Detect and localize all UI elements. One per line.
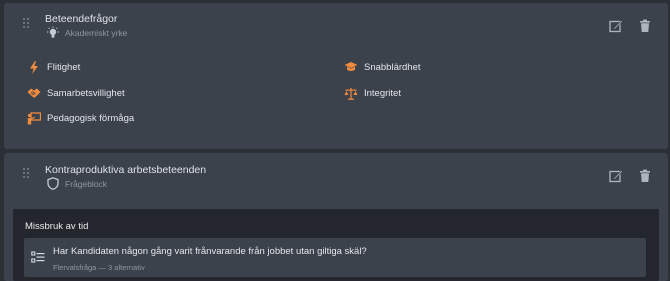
- question-section: Missbruk av tid Har Kandidaten någon gån…: [13, 209, 659, 281]
- trait-label: Samarbetsvillighet: [47, 87, 125, 99]
- drag-handle-icon[interactable]: [23, 18, 31, 30]
- shield-icon: [47, 177, 59, 190]
- graduation-cap-icon: [344, 60, 358, 74]
- edit-icon[interactable]: [609, 19, 623, 33]
- behavior-questions-card: Beteendefrågor Akademiskt yrke Flitighet…: [4, 3, 668, 149]
- trait-label: Flitighet: [47, 61, 81, 73]
- trait-item: Integritet: [344, 85, 401, 101]
- section-title: Missbruk av tid: [25, 221, 89, 232]
- trait-item: Flitighet: [27, 59, 80, 75]
- question-text: Har Kandidaten någon gång varit frånvara…: [53, 246, 367, 257]
- card-title: Kontraproduktiva arbetsbeteenden: [45, 164, 207, 176]
- trait-item: Samarbetsvillighet: [27, 85, 125, 101]
- trash-icon[interactable]: [638, 169, 652, 183]
- trait-label: Pedagogisk förmåga: [47, 112, 135, 124]
- question-meta: Flervalsfråga — 3 alternativ: [53, 263, 145, 272]
- trait-item: Snabblärdhet: [344, 59, 421, 75]
- card-title: Beteendefrågor: [45, 13, 118, 25]
- balance-scale-icon: [344, 86, 358, 100]
- multiple-choice-list-icon: [31, 251, 45, 263]
- question-row[interactable]: Har Kandidaten någon gång varit frånvara…: [24, 238, 646, 277]
- lightning-icon: [27, 60, 41, 74]
- edit-icon[interactable]: [609, 169, 623, 183]
- card-subtitle: Akademiskt yrke: [65, 28, 128, 38]
- trait-label: Integritet: [364, 87, 401, 99]
- drag-handle-icon[interactable]: [23, 168, 31, 180]
- lightbulb-icon: [47, 26, 59, 38]
- trait-label: Snabblärdhet: [364, 61, 421, 73]
- counterproductive-behaviors-card: Kontraproduktiva arbetsbeteenden Frågebl…: [4, 153, 668, 281]
- presentation-icon: [27, 111, 41, 125]
- handshake-icon: [27, 86, 41, 100]
- trash-icon[interactable]: [638, 19, 652, 33]
- trait-item: Pedagogisk förmåga: [27, 110, 134, 126]
- card-subtitle: Frågeblock: [65, 179, 108, 189]
